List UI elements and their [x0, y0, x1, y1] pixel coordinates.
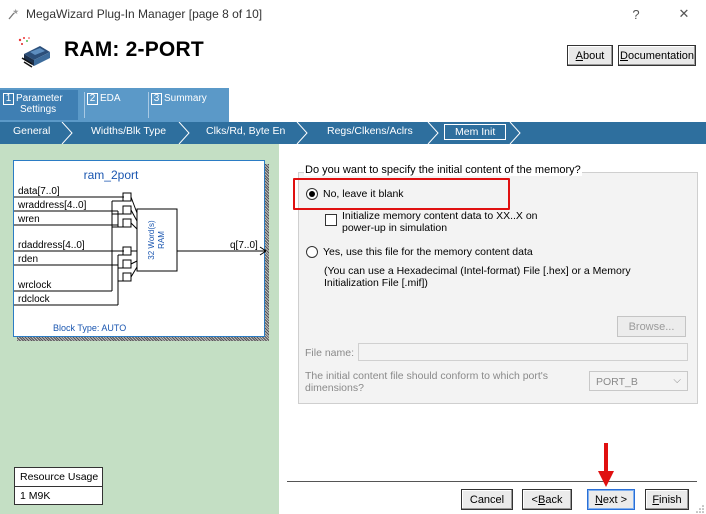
tab-number: 3 — [151, 93, 162, 105]
tab-parameter-settings[interactable]: 1 Parameter Settings — [0, 90, 78, 120]
about-button[interactable]: About — [567, 45, 613, 66]
help-button[interactable]: ? — [616, 0, 656, 28]
finish-button[interactable]: Finish — [645, 489, 689, 510]
core-type-label: RAM — [157, 231, 166, 249]
file-name-label: File name: — [305, 347, 355, 359]
tab-eda[interactable]: 2 EDA — [87, 90, 145, 120]
port-label: wrclock — [17, 280, 52, 291]
file-name-input[interactable] — [358, 343, 688, 361]
page-breadcrumb-bar: General Widths/Blk Type Clks/Rd, Byte En… — [0, 122, 706, 144]
port-label: wraddress[4..0] — [17, 200, 87, 211]
footer-separator — [287, 481, 697, 482]
port-dimension-question: The initial content file should conform … — [305, 370, 549, 394]
annotation-arrow-icon — [596, 443, 616, 490]
tab-label: Parameter Settings — [16, 93, 63, 115]
ram-symbol-block: ram_2port data[7..0] wraddress[4..0] wre… — [13, 160, 266, 337]
port-dimension-value: PORT_B — [596, 376, 638, 388]
block-type-label: Block Type: AUTO — [53, 323, 126, 333]
crumb-mem-init[interactable]: Mem Init — [444, 124, 507, 140]
crumb-widths-blk-type[interactable]: Widths/Blk Type — [91, 125, 166, 137]
wizard-header: RAM: 2-PORT About Documentation — [0, 28, 706, 88]
file-format-hint: (You can use a Hexadecimal (Intel-format… — [324, 265, 631, 289]
wizard-app-icon — [8, 8, 20, 20]
cancel-button[interactable]: Cancel — [461, 489, 513, 510]
tab-separator — [148, 92, 149, 118]
title-bar: MegaWizard Plug-In Manager [page 8 of 10… — [0, 0, 706, 28]
resize-grip-icon[interactable] — [696, 504, 704, 513]
radio-use-file-label[interactable]: Yes, use this file for the memory conten… — [323, 246, 533, 258]
documentation-button[interactable]: Documentation — [618, 45, 696, 66]
resource-usage-label: Resource Usage — [15, 468, 102, 487]
page-title: RAM: 2-PORT — [64, 38, 204, 61]
port-label: wren — [17, 214, 40, 225]
browse-button[interactable]: Browse... — [617, 316, 686, 337]
port-label: rdclock — [18, 294, 51, 305]
init-xx-checkbox[interactable] — [325, 214, 337, 226]
core-words-label: 32 Word(s) — [147, 220, 156, 260]
tab-label: Summary — [164, 93, 207, 104]
crumb-regs-clkens-aclrs[interactable]: Regs/Clkens/Aclrs — [327, 125, 413, 137]
annotation-highlight-box — [293, 178, 510, 210]
port-label: data[7..0] — [18, 186, 60, 197]
tab-summary[interactable]: 3 Summary — [151, 90, 227, 120]
chevron-down-icon: ⌵ — [673, 375, 681, 386]
megafunction-chip-icon — [18, 36, 52, 70]
crumb-clks-rd-byte-en[interactable]: Clks/Rd, Byte En — [206, 125, 285, 137]
step-tab-strip: 1 Parameter Settings 2 EDA 3 Summary — [0, 88, 706, 122]
ram-symbol-diagram: ram_2port data[7..0] wraddress[4..0] wre… — [14, 168, 266, 333]
close-button[interactable]: ✕ — [664, 0, 704, 28]
window-title: MegaWizard Plug-In Manager [page 8 of 10… — [26, 7, 263, 21]
symbol-name: ram_2port — [84, 168, 139, 182]
port-dimension-select[interactable]: PORT_B ⌵ — [589, 371, 688, 391]
tab-separator — [84, 92, 85, 118]
crumb-general[interactable]: General — [13, 125, 50, 137]
next-button[interactable]: Next > — [587, 489, 635, 510]
port-label: rden — [18, 254, 38, 265]
resource-usage-value: 1 M9K — [20, 490, 51, 502]
back-button[interactable]: < Back — [522, 489, 572, 510]
tab-number: 2 — [87, 93, 98, 105]
tab-number: 1 — [3, 93, 14, 105]
tab-label: EDA — [100, 93, 121, 104]
memory-init-question: Do you want to specify the initial conte… — [304, 164, 582, 176]
resource-usage-box: Resource Usage 1 M9K — [14, 467, 103, 505]
port-label: rdaddress[4..0] — [18, 240, 85, 251]
radio-use-file[interactable] — [306, 246, 318, 258]
init-xx-label[interactable]: Initialize memory content data to XX..X … — [342, 210, 538, 234]
output-port-label: q[7..0] — [230, 240, 258, 251]
